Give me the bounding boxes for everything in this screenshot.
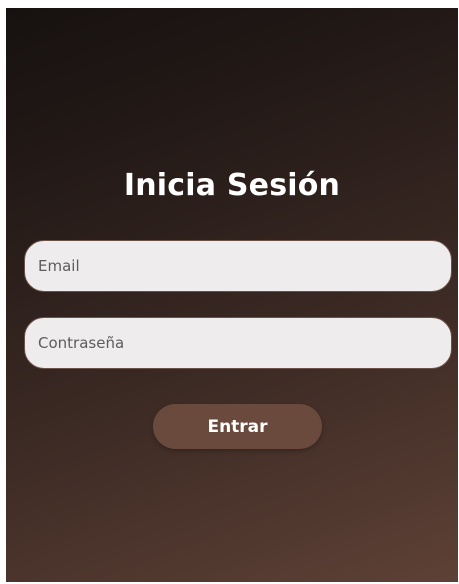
submit-button[interactable]: Entrar (153, 404, 322, 449)
page-title: Inicia Sesión (123, 168, 341, 203)
password-input[interactable] (38, 334, 451, 352)
login-screen: Inicia Sesión Entrar (6, 8, 458, 582)
password-field-container[interactable] (24, 317, 452, 369)
email-input[interactable] (38, 257, 451, 275)
email-field-container[interactable] (24, 240, 452, 292)
